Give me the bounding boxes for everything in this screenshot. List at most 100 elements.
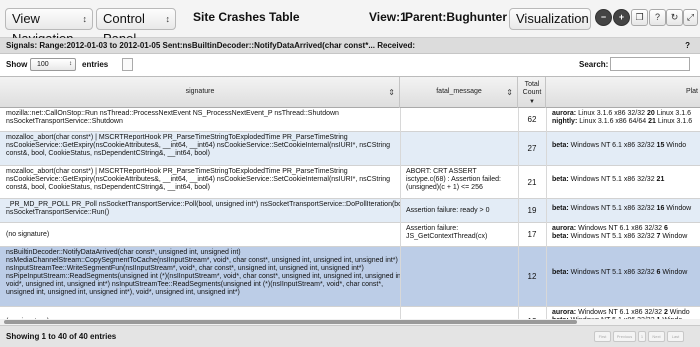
expand-icon[interactable]: ⤢: [683, 9, 698, 26]
release-channel: beta:: [552, 233, 569, 240]
total-count-cell: 12: [518, 307, 546, 320]
platform-os: Windows NT 6.1 x86 32/32: [576, 225, 664, 232]
last-page-button[interactable]: Last: [667, 331, 684, 342]
signature-line: nsSocketTransportService::Shutdown: [6, 118, 123, 125]
column-header-signature[interactable]: signature ⇕: [0, 77, 400, 108]
platform-os: Linux 3.1.6 x86 64/64: [577, 118, 649, 125]
table-header: signature ⇕ fatal_message ⇕ Total Count …: [0, 77, 700, 108]
table-row[interactable]: mozalloc_abort(char const*) | MSCRTRepor…: [0, 132, 700, 166]
release-channel: beta:: [552, 176, 569, 183]
fatal-message-line: isctype.c(68) : Assertion failed:: [406, 176, 501, 183]
release-channel: aurora:: [552, 225, 577, 232]
column-divider: [400, 108, 401, 319]
control-panel-select[interactable]: Control Panel ↕: [96, 8, 176, 46]
page-title: Site Crashes Table: [193, 10, 300, 24]
fatal-message-cell: Assertion failure: JS_GetContextThread(cx…: [402, 223, 518, 241]
search-input[interactable]: [610, 57, 690, 71]
signature-cell: _PR_MD_PR_POLL PR_Poll nsSocketTransport…: [2, 199, 400, 217]
fatal-message-cell: Assertion failure: ready > 0: [402, 199, 518, 215]
platform-overflow: Windo: [664, 142, 687, 149]
scrollbar-thumb[interactable]: [4, 320, 577, 324]
table-row[interactable]: mozilla::net::CallOnStop::Run nsThread::…: [0, 108, 700, 132]
platform-cell: aurora: Windows NT 6.1 x86 32/32 6 beta: …: [548, 223, 700, 241]
first-page-button[interactable]: First: [594, 331, 611, 342]
table-row[interactable]: (no signature)12aurora: Windows NT 6.1 x…: [0, 307, 700, 319]
signature-line: nsPipeInputStream::ReadSegments(unsigned…: [6, 273, 400, 280]
release-channel: beta:: [552, 269, 569, 276]
platform-line: beta: Windows NT 6.1 x86 32/32 15 Windo: [552, 142, 696, 150]
toolbar: View Navigation ↕ Control Panel ↕ Site C…: [0, 0, 700, 46]
platform-count: 6: [663, 225, 668, 232]
platform-line: aurora: Windows NT 6.1 x86 32/32 6: [552, 225, 696, 233]
refresh-icon[interactable]: ↻: [666, 9, 683, 26]
platform-os: Windows NT 5.1 x86 32/32: [568, 233, 657, 240]
add-icon[interactable]: +: [613, 9, 630, 26]
signature-line: const&, bool, CookieStatus, nsDependentC…: [6, 150, 210, 157]
platform-line: beta: Windows NT 5.1 x86 32/32 16 Window: [552, 205, 696, 213]
table-row[interactable]: mozalloc_abort(char const*) | MSCRTRepor…: [0, 166, 700, 199]
table-row[interactable]: nsBuiltinDecoder::NotifyDataArrived(char…: [0, 247, 700, 307]
column-header-platform[interactable]: Plat: [546, 77, 700, 108]
search-label: Search:: [579, 60, 609, 69]
export-icon[interactable]: [122, 58, 133, 71]
release-channel: aurora:: [552, 110, 577, 117]
page-1-button[interactable]: 1: [638, 331, 646, 342]
platform-os: Windows NT 5.1 x86 32/32: [568, 269, 657, 276]
signature-line: _PR_MD_PR_POLL PR_Poll nsSocketTransport…: [6, 201, 400, 208]
fatal-message-cell: ABORT: CRT ASSERT isctype.c(68) : Asserti…: [402, 166, 518, 192]
signature-cell: (no signature): [2, 307, 400, 319]
platform-line: aurora: Linux 3.1.6 x86 32/32 20 Linux 3…: [552, 110, 696, 118]
platform-os: Linux 3.1.6 x86 32/32: [576, 110, 647, 117]
sort-desc-icon: ▼: [529, 99, 535, 105]
total-count-cell: 62: [527, 115, 537, 124]
chevron-updown-icon: ↕: [82, 14, 88, 24]
sort-icon: ⇕: [388, 88, 395, 97]
total-count-cell: 19: [527, 206, 537, 215]
previous-page-button[interactable]: Previous: [613, 331, 636, 342]
platform-overflow: Linux 3.1.6: [655, 118, 693, 125]
platform-overflow: Window: [660, 233, 688, 240]
column-header-total-count[interactable]: Total Count ▼: [518, 77, 546, 108]
signature-line: nsMediaChannelStream::CopySegmentToCache…: [6, 257, 398, 264]
next-page-button[interactable]: Next: [648, 331, 665, 342]
entries-label: entries: [82, 60, 109, 69]
signals-text: Signals: Range:2012-01-03 to 2012-01-05 …: [6, 41, 416, 50]
platform-cell: aurora: Windows NT 6.1 x86 32/32 2 Windo…: [548, 307, 700, 319]
platform-overflow: Window: [664, 205, 692, 212]
platform-cell: aurora: Linux 3.1.6 x86 32/32 20 Linux 3…: [548, 108, 700, 126]
platform-cell: beta: Windows NT 6.1 x86 32/32 15 Windo: [548, 132, 700, 150]
fatal-message-line: (unsigned)(c + 1) <= 256: [406, 184, 483, 191]
signature-line: mozalloc_abort(char const*) | MSCRTRepor…: [6, 134, 348, 141]
platform-count: 21: [656, 176, 665, 183]
signature-line: mozilla::net::CallOnStop::Run nsThread::…: [6, 110, 339, 117]
platform-line: beta: Windows NT 5.1 x86 32/32 21: [552, 176, 696, 184]
view-navigation-select[interactable]: View Navigation ↕: [5, 8, 93, 46]
total-count-cell: 27: [527, 144, 537, 153]
column-divider: [518, 108, 519, 319]
signals-bar: Signals: Range:2012-01-03 to 2012-01-05 …: [0, 38, 700, 54]
signature-line: nsCookieService::GetExpiry(nsCookieAttri…: [6, 142, 391, 149]
platform-overflow: Window: [660, 269, 688, 276]
entries-select[interactable]: 100 ↕: [30, 58, 76, 71]
column-header-fatal-message[interactable]: fatal_message ⇕: [400, 77, 518, 108]
signature-cell: (no signature): [2, 223, 400, 239]
platform-os: Windows NT 6.1 x86 32/32: [576, 309, 664, 316]
platform-overflow: Linux 3.1.6: [654, 110, 691, 117]
crashes-table: signature ⇕ fatal_message ⇕ Total Count …: [0, 76, 700, 319]
signals-help-icon[interactable]: ?: [685, 38, 690, 54]
visualization-select[interactable]: Visualization ↕: [509, 8, 591, 30]
table-row[interactable]: (no signature) Assertion failure: JS_GetCo…: [0, 223, 700, 247]
signature-line: nsInputStreamTee::WriteSegmentFun(nsIInp…: [6, 265, 364, 272]
help-icon[interactable]: ?: [649, 9, 666, 26]
platform-line: aurora: Windows NT 6.1 x86 32/32 2 Windo: [552, 309, 696, 317]
signature-line: nsSocketTransportService::Run(): [6, 209, 110, 216]
signature-line: mozalloc_abort(char const*) | MSCRTRepor…: [6, 168, 348, 175]
sort-icon: ⇕: [506, 88, 513, 97]
view-indicator: View:1: [369, 10, 407, 24]
copy-icon[interactable]: ❐: [631, 9, 648, 26]
release-channel: beta:: [552, 205, 569, 212]
table-row[interactable]: _PR_MD_PR_POLL PR_Poll nsSocketTransport…: [0, 199, 700, 223]
platform-cell: beta: Windows NT 5.1 x86 32/32 6 Window: [548, 247, 700, 277]
stop-icon[interactable]: −: [595, 9, 612, 26]
signature-line: nsBuiltinDecoder::NotifyDataArrived(char…: [6, 249, 241, 256]
